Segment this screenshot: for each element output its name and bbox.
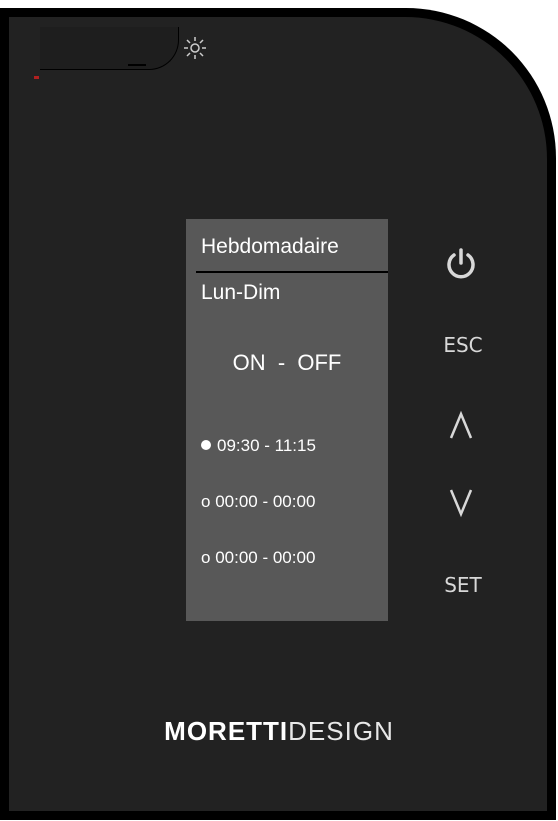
screen-title: Hebdomadaire — [201, 235, 339, 258]
slot-marker: o — [201, 492, 211, 511]
brand-name-light: DESIGN — [288, 716, 394, 746]
tab-dash — [128, 64, 146, 66]
selected-bullet-icon — [201, 440, 211, 450]
status-led — [34, 76, 39, 79]
brand-logo: MORETTIDESIGN — [0, 716, 558, 747]
power-button[interactable] — [444, 247, 478, 281]
chevron-up-icon — [449, 410, 473, 439]
time-slot-text: 00:00 - 00:00 — [215, 548, 316, 567]
up-button[interactable] — [446, 408, 476, 442]
time-slot[interactable]: o 00:00 - 00:00 — [201, 548, 315, 568]
time-slot[interactable]: 09:30 - 11:15 — [201, 436, 316, 456]
on-off-mode: ON - OFF — [232, 350, 342, 375]
display-screen: Hebdomadaire Lun-Dim ON - OFF 09:30 - 11… — [186, 219, 388, 621]
power-icon — [447, 248, 475, 279]
title-divider — [196, 271, 388, 273]
slot-marker: o — [201, 548, 211, 567]
esc-button[interactable]: ESC — [436, 330, 490, 360]
set-button[interactable]: SET — [436, 570, 490, 600]
top-tab — [40, 27, 179, 70]
time-slot-text: 09:30 - 11:15 — [217, 436, 316, 455]
sun-icon — [184, 37, 206, 59]
down-button[interactable] — [446, 486, 476, 520]
time-slot[interactable]: o 00:00 - 00:00 — [201, 492, 315, 512]
time-slot-text: 00:00 - 00:00 — [215, 492, 316, 511]
chevron-down-icon — [449, 489, 473, 518]
day-range: Lun-Dim — [201, 281, 281, 304]
brand-name-bold: MORETTI — [164, 716, 289, 746]
